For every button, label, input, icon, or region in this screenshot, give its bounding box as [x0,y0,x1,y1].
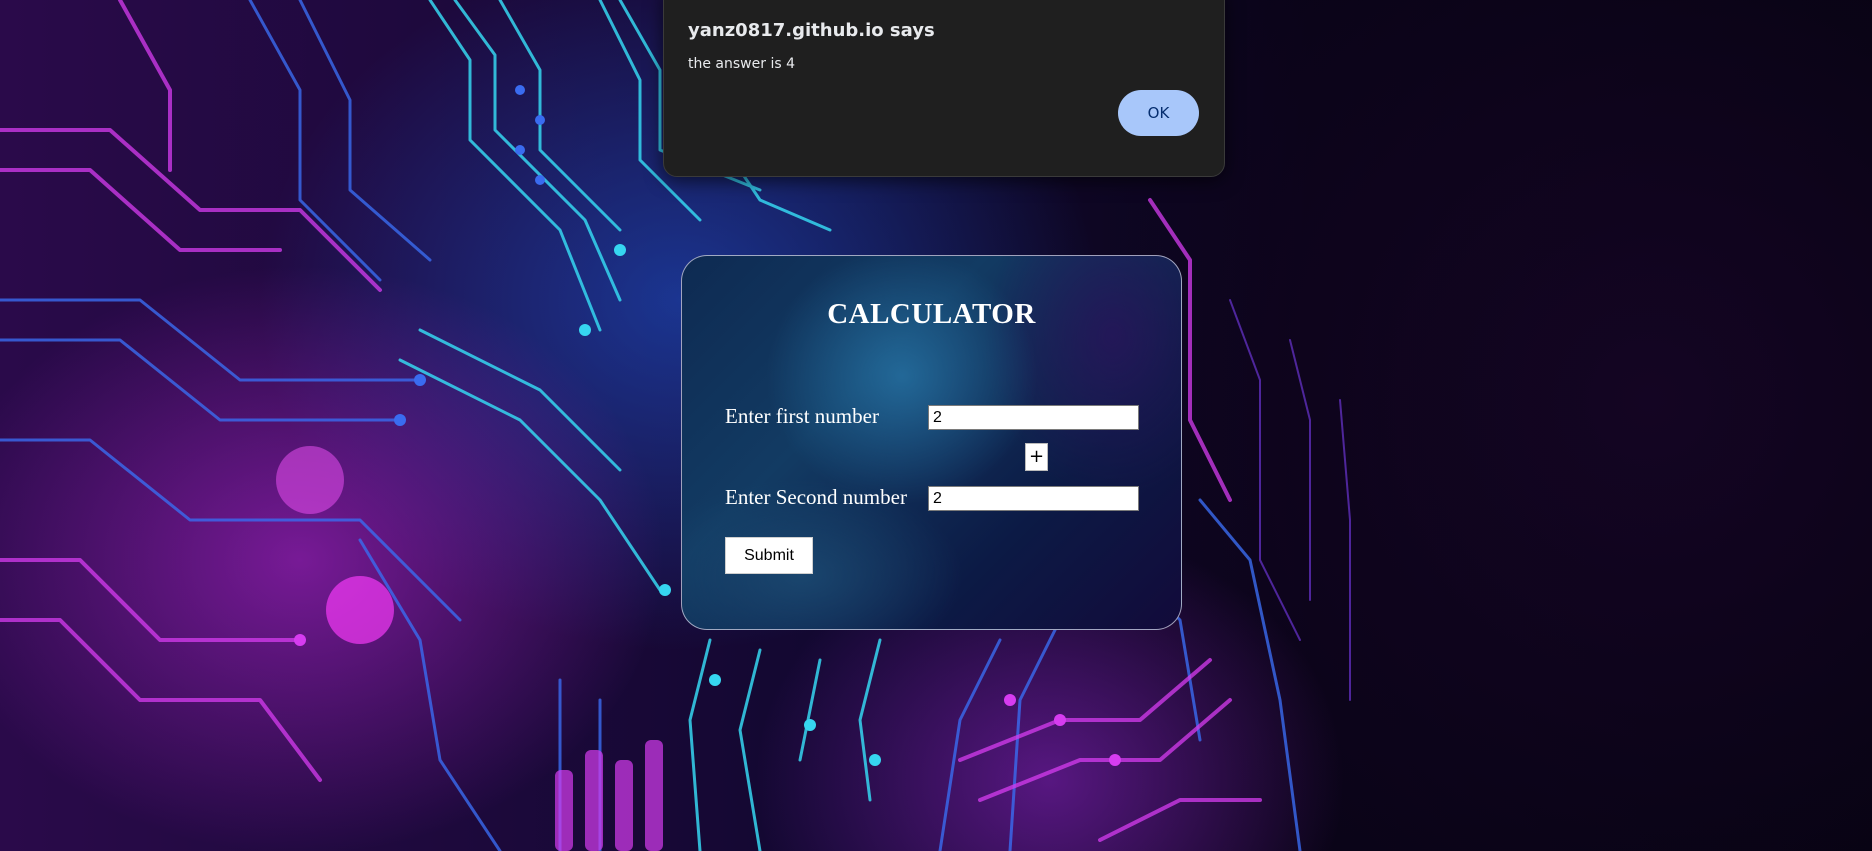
alert-dialog: yanz0817.github.io says the answer is 4 … [663,0,1225,177]
first-number-label: Enter first number [725,404,879,428]
operator-select[interactable]: + [1025,443,1048,471]
alert-message: the answer is 4 [688,56,795,72]
alert-origin: yanz0817.github.io says [688,20,935,41]
second-number-label: Enter Second number [725,485,907,509]
calculator-title: CALCULATOR [827,298,1036,330]
first-number-input[interactable] [928,405,1139,430]
ok-button[interactable]: OK [1118,90,1199,136]
second-number-input[interactable] [928,486,1139,511]
calculator-card: CALCULATOR Enter first number + Enter Se… [681,255,1182,630]
submit-button[interactable]: Submit [725,537,813,574]
